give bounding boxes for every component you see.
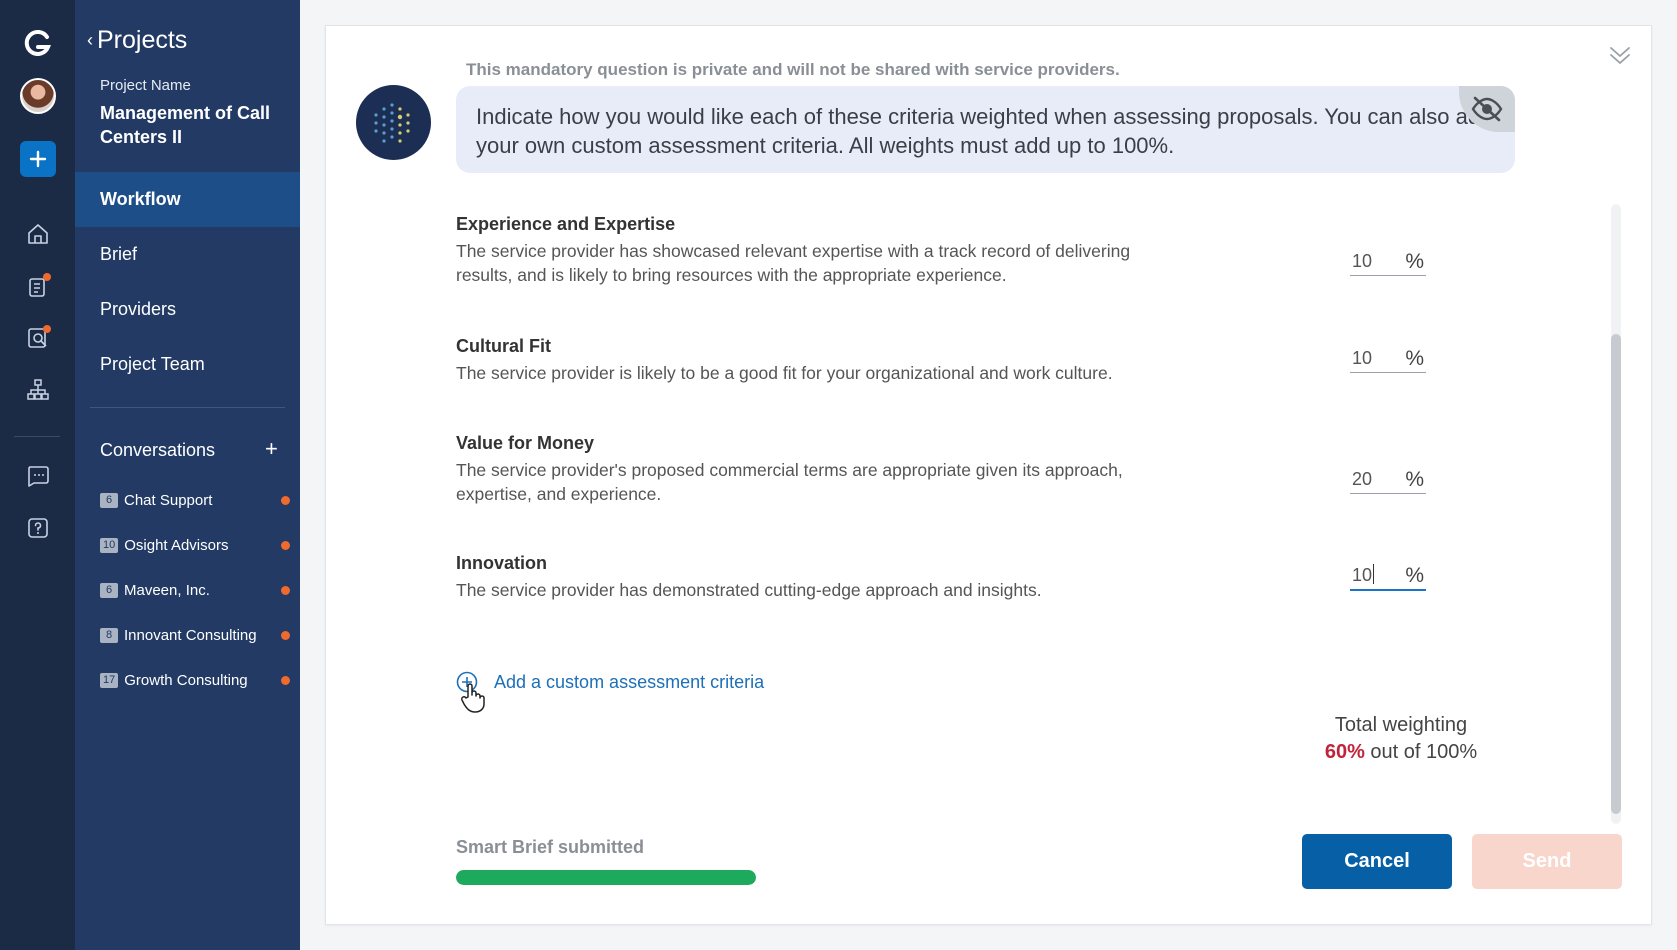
notification-dot	[43, 273, 51, 281]
criterion-row: Cultural Fit The service provider is lik…	[456, 336, 1176, 385]
help-icon[interactable]	[18, 508, 58, 548]
plus-icon[interactable]	[20, 141, 56, 177]
project-sidebar: ‹ Projects Project Name Management of Ca…	[75, 0, 300, 950]
criterion-description: The service provider's proposed commerci…	[456, 460, 1123, 504]
org-chart-icon[interactable]	[18, 370, 58, 410]
conversation-item[interactable]: 17 Growth Consulting	[100, 665, 290, 695]
criterion-row: Experience and Expertise The service pro…	[456, 214, 1176, 287]
question-bubble: Indicate how you would like each of thes…	[456, 86, 1515, 173]
percent-sign: %	[1405, 250, 1424, 273]
nav-workflow[interactable]: Workflow	[75, 172, 300, 227]
weight-value[interactable]: 10	[1352, 565, 1372, 585]
unread-dot	[281, 630, 290, 640]
conversation-item[interactable]: 6 Maveen, Inc.	[100, 575, 290, 605]
scrollbar-thumb[interactable]	[1611, 334, 1621, 814]
question-text: Indicate how you would like each of thes…	[476, 104, 1493, 158]
total-weighting: Total weighting 60% out of 100%	[1301, 712, 1501, 766]
percent-sign: %	[1405, 468, 1424, 491]
private-note: This mandatory question is private and w…	[466, 60, 1120, 79]
chevron-left-icon: ‹	[87, 30, 93, 50]
add-custom-criteria-link[interactable]: Add a custom assessment criteria	[456, 671, 764, 693]
weight-value[interactable]: 10	[1352, 251, 1372, 272]
conversations-heading: Conversations	[100, 440, 216, 460]
question-card: This mandatory question is private and w…	[325, 25, 1652, 925]
conversation-name: Osight Advisors	[124, 536, 229, 554]
weight-value[interactable]: 10	[1352, 348, 1372, 369]
total-label: Total weighting	[1334, 714, 1468, 736]
total-value: 60%	[1324, 741, 1365, 763]
conversation-name: Growth Consulting	[124, 671, 248, 689]
conversation-name: Chat Support	[124, 491, 213, 509]
status-label: Smart Brief submitted	[456, 837, 645, 857]
unread-dot	[281, 495, 290, 505]
weight-input[interactable]: 10 %	[1350, 248, 1426, 276]
percent-sign: %	[1405, 564, 1424, 587]
message-count-badge: 17	[100, 672, 119, 688]
search-doc-icon[interactable]	[18, 318, 58, 358]
unread-dot	[281, 540, 290, 550]
criterion-row: Innovation The service provider has demo…	[456, 553, 1176, 602]
message-count-badge: 6	[100, 492, 118, 508]
weight-input[interactable]: 20 %	[1350, 466, 1426, 494]
cancel-button[interactable]: Cancel	[1302, 834, 1452, 889]
sidebar-divider	[90, 407, 285, 408]
nav-project-team[interactable]: Project Team	[75, 337, 300, 392]
add-custom-label[interactable]: Add a custom assessment criteria	[494, 672, 764, 693]
scrollbar[interactable]	[1611, 204, 1621, 824]
back-label: Projects	[97, 26, 188, 54]
weight-value[interactable]: 20	[1352, 469, 1372, 490]
criterion-description: The service provider has demonstrated cu…	[456, 580, 1042, 600]
criterion-description: The service provider is likely to be a g…	[456, 363, 1113, 383]
nav-providers[interactable]: Providers	[75, 282, 300, 337]
project-label: Project Name	[100, 77, 191, 94]
assistant-avatar	[356, 85, 431, 160]
add-conversation-icon[interactable]: +	[265, 436, 278, 462]
criterion-description: The service provider has showcased relev…	[456, 241, 1131, 285]
conversation-name: Innovant Consulting	[124, 626, 257, 644]
text-caret	[1373, 564, 1375, 584]
g-logo-icon[interactable]	[18, 24, 58, 64]
criterion-title: Cultural Fit	[456, 336, 551, 356]
percent-sign: %	[1405, 347, 1424, 370]
criterion-title: Innovation	[456, 553, 547, 573]
conversation-name: Maveen, Inc.	[124, 581, 210, 599]
message-count-badge: 10	[100, 537, 119, 553]
weight-input-focused[interactable]: 10 %	[1350, 563, 1426, 591]
hand-cursor-icon	[460, 681, 486, 713]
criterion-row: Value for Money The service provider's p…	[456, 433, 1176, 506]
back-to-projects[interactable]: ‹ Projects	[87, 26, 187, 55]
status-progress-bar	[456, 870, 756, 885]
unread-dot	[281, 585, 290, 595]
send-button[interactable]: Send	[1472, 834, 1622, 889]
dot-grid-icon	[374, 103, 410, 143]
conversation-item[interactable]: 8 Innovant Consulting	[100, 620, 290, 650]
user-avatar[interactable]	[20, 78, 56, 114]
conversation-item[interactable]: 6 Chat Support	[100, 485, 290, 515]
progress-fill	[456, 870, 756, 885]
unread-dot	[281, 675, 290, 685]
icon-rail	[0, 0, 75, 950]
weight-value-wrap[interactable]: 10	[1352, 564, 1375, 586]
home-icon[interactable]	[18, 214, 58, 254]
weight-input[interactable]: 10 %	[1350, 345, 1426, 373]
conversation-item[interactable]: 10 Osight Advisors	[100, 530, 290, 560]
project-name: Management of Call Centers II	[100, 103, 271, 147]
notification-dot	[43, 325, 51, 333]
chevron-double-down-icon[interactable]	[1607, 42, 1633, 68]
criterion-title: Value for Money	[456, 433, 595, 453]
criterion-title: Experience and Expertise	[456, 214, 676, 234]
message-count-badge: 8	[100, 627, 118, 643]
total-suffix: out of 100%	[1370, 741, 1478, 763]
nav-brief[interactable]: Brief	[75, 227, 300, 282]
message-count-badge: 6	[100, 582, 118, 598]
clipboard-icon[interactable]	[18, 266, 58, 306]
rail-divider	[14, 436, 60, 437]
chat-icon[interactable]	[18, 456, 58, 496]
